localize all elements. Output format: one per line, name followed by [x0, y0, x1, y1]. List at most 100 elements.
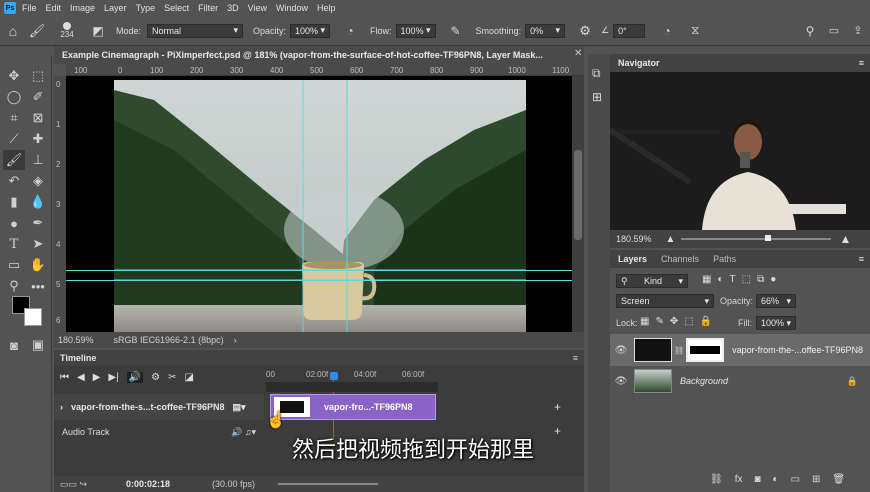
audio-track-header[interactable]: Audio Track 🔊 ♫▾ [54, 422, 264, 442]
scroll-thumb[interactable] [574, 150, 582, 240]
vertical-scrollbar[interactable] [572, 76, 584, 332]
menu-window[interactable]: Window [276, 3, 308, 13]
audio-controls-icon[interactable]: 🔊 ♫▾ [231, 427, 256, 438]
document-tab[interactable]: Example Cinemagraph - PiXimperfect.psd @… [54, 46, 584, 64]
panel-menu-icon[interactable]: ≡ [573, 353, 578, 363]
background-color-swatch[interactable] [24, 308, 42, 326]
gear-icon[interactable]: ⚙ [151, 372, 160, 383]
filter-kind-select[interactable]: ⚲ Kind ▾ [616, 274, 688, 288]
navigator-preview[interactable] [608, 72, 870, 230]
properties-icon[interactable]: ⊞ [592, 90, 602, 104]
more-tools-icon[interactable]: ••• [27, 276, 49, 296]
brush-preset-picker[interactable]: 234 [52, 22, 82, 39]
adjustment-layer-icon[interactable]: ◐ [773, 474, 779, 485]
symmetry-icon[interactable]: ⧖ [683, 23, 707, 38]
trash-icon[interactable]: 🗑 [832, 474, 845, 485]
zoom-out-icon[interactable]: ▲ [666, 234, 676, 245]
close-doc-icon[interactable]: ✕ [574, 48, 582, 59]
filter-adjustment-icon[interactable]: ◐ [717, 274, 723, 285]
lock-transparent-icon[interactable]: ▦ [640, 316, 649, 327]
filter-shape-icon[interactable]: ⬚ [742, 274, 751, 285]
hand-tool-icon[interactable]: ✋ [27, 255, 49, 275]
menu-edit[interactable]: Edit [46, 3, 62, 13]
screen-mode-icon[interactable]: ▣ [27, 335, 49, 355]
lasso-tool-icon[interactable]: ◯ [3, 87, 25, 107]
zoom-level[interactable]: 180.59% [58, 335, 94, 345]
brush-tool-icon[interactable]: 🖌 [26, 23, 48, 39]
transition-icon[interactable]: ◪ [185, 372, 194, 383]
menu-3d[interactable]: 3D [227, 3, 239, 13]
guide-line-horizontal[interactable] [66, 280, 572, 281]
fx-icon[interactable]: fx [735, 474, 743, 485]
lock-pixels-icon[interactable]: ✎ [655, 316, 663, 327]
document-image[interactable] [114, 80, 526, 332]
gradient-tool-icon[interactable]: ▮ [3, 192, 25, 212]
quick-mask-icon[interactable]: ◙ [3, 335, 25, 355]
menu-filter[interactable]: Filter [198, 3, 218, 13]
eye-icon[interactable]: 👁 [610, 376, 632, 387]
link-icon[interactable]: ⛓ [674, 346, 684, 355]
type-tool-icon[interactable]: T [3, 234, 25, 254]
brush-settings-icon[interactable]: ◩ [88, 24, 108, 38]
layer-row[interactable]: 👁 ⛓ vapor-from-the-...offee-TF96PN8 [610, 334, 870, 366]
home-icon[interactable]: ⌂ [0, 23, 26, 39]
filter-toggle-icon[interactable]: ● [770, 274, 776, 285]
chevron-right-icon[interactable]: › [234, 335, 237, 345]
fill-field[interactable]: 100% ▾ [756, 316, 796, 330]
brush-tool-active-icon[interactable]: 🖌 [3, 150, 25, 170]
layer-mask-thumbnail[interactable] [686, 338, 725, 362]
history-brush-tool-icon[interactable]: ↶ [3, 171, 25, 191]
split-icon[interactable]: ✂ [168, 372, 176, 383]
panel-menu-icon[interactable]: ≡ [859, 254, 864, 264]
eraser-tool-icon[interactable]: ◈ [27, 171, 49, 191]
lock-all-icon[interactable]: 🔒 [700, 316, 712, 327]
shape-tool-icon[interactable]: ▭ [3, 255, 25, 275]
new-group-icon[interactable]: ▭ [791, 474, 800, 485]
menu-view[interactable]: View [248, 3, 267, 13]
lock-artboard-icon[interactable]: ⬚ [684, 316, 693, 327]
smoothing-field[interactable]: 0% ▾ [525, 23, 566, 38]
menu-select[interactable]: Select [164, 3, 189, 13]
blend-mode-select[interactable]: Screen ▾ [616, 294, 714, 308]
work-area-bar[interactable] [266, 382, 438, 392]
lock-position-icon[interactable]: ✥ [670, 316, 678, 327]
eye-icon[interactable]: 👁 [610, 345, 632, 356]
playhead-handle[interactable] [330, 372, 338, 380]
video-clip[interactable]: vapor-fro...-TF96PN8 [270, 394, 436, 420]
pressure-opacity-icon[interactable]: ◔ [338, 24, 362, 38]
flow-field[interactable]: 100% ▾ [395, 23, 436, 38]
airbrush-icon[interactable]: ✎ [444, 24, 468, 38]
video-track-header[interactable]: › vapor-from-the-s...t-coffee-TF96PN8 ▤▾ [54, 394, 264, 420]
tab-paths[interactable]: Paths [713, 254, 736, 264]
healing-tool-icon[interactable]: ✚ [27, 129, 49, 149]
opacity-field[interactable]: 100% ▾ [290, 23, 331, 38]
layer-thumbnail[interactable] [634, 338, 672, 362]
audio-toggle-icon[interactable]: 🔊 [126, 372, 144, 383]
new-layer-icon[interactable]: ⊞ [812, 474, 820, 485]
filter-pixel-icon[interactable]: ▦ [702, 274, 711, 285]
tab-layers[interactable]: Layers [618, 254, 647, 264]
dodge-tool-icon[interactable]: ● [3, 213, 25, 233]
mode-select[interactable]: Normal ▾ [147, 23, 244, 38]
history-icon[interactable]: ⧉ [592, 66, 601, 81]
menu-type[interactable]: Type [136, 3, 156, 13]
marquee-tool-icon[interactable]: ⬚ [27, 66, 49, 86]
quick-select-tool-icon[interactable]: ✐ [27, 87, 49, 107]
guide-line-horizontal[interactable] [66, 270, 572, 271]
path-select-tool-icon[interactable]: ➤ [27, 234, 49, 254]
share-icon[interactable]: ⇪ [846, 24, 870, 37]
crop-tool-icon[interactable]: ⌗ [3, 108, 25, 128]
timeline-zoom-slider[interactable] [278, 483, 378, 485]
add-audio-icon[interactable]: + [554, 424, 561, 438]
blur-tool-icon[interactable]: 💧 [27, 192, 49, 212]
slider-thumb[interactable] [765, 235, 772, 241]
move-tool-icon[interactable]: ✥ [3, 66, 25, 86]
chevron-right-icon[interactable]: › [60, 402, 63, 412]
tab-channels[interactable]: Channels [661, 254, 699, 264]
layer-opacity-field[interactable]: 66% ▾ [756, 294, 796, 308]
frame-tool-icon[interactable]: ⊠ [27, 108, 49, 128]
angle-field[interactable]: 0° [613, 23, 646, 38]
play-icon[interactable]: ▶ [93, 372, 101, 383]
next-frame-icon[interactable]: ▶| [108, 372, 118, 383]
menu-help[interactable]: Help [317, 3, 336, 13]
